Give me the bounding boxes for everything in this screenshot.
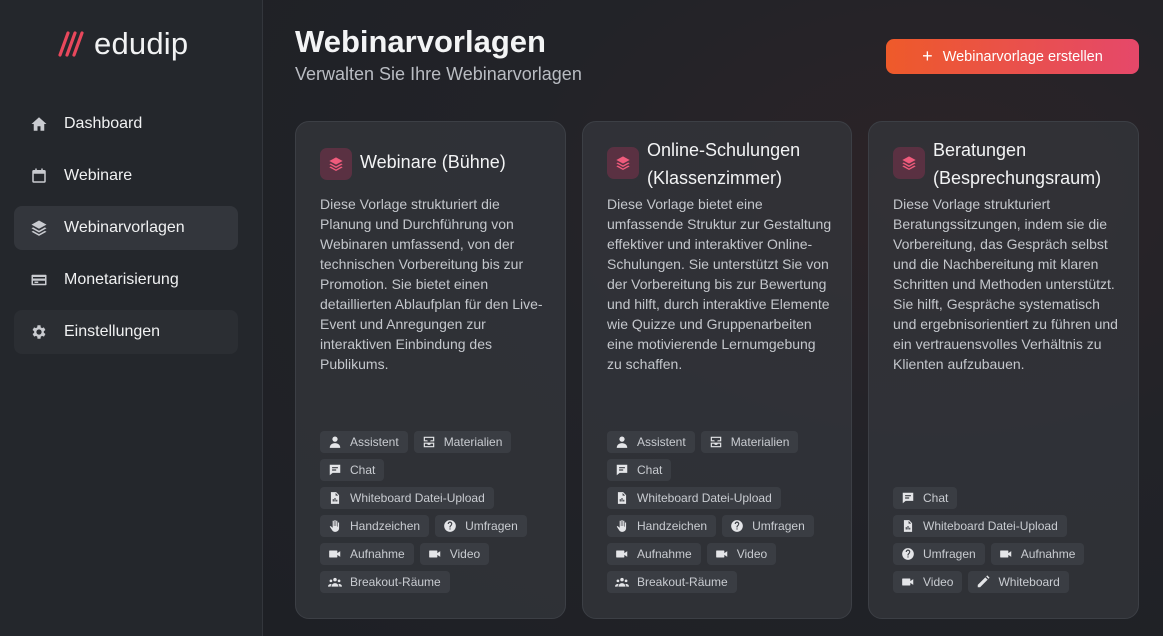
hand-icon bbox=[329, 520, 340, 532]
template-card-webinare[interactable]: Webinare (Bühne) Diese Vorlage strukturi… bbox=[295, 121, 566, 619]
sidebar: edudip Dashboard Webinare Webinarvorlage… bbox=[0, 0, 263, 636]
card-title: Beratungen (Besprechungsraum) bbox=[933, 140, 1102, 188]
sidebar-item-label: Webinare bbox=[64, 167, 133, 184]
layers-icon bbox=[320, 148, 352, 180]
group-icon bbox=[615, 577, 629, 587]
sidebar-item-label: Dashboard bbox=[64, 115, 143, 132]
gear-icon bbox=[30, 323, 48, 341]
hand-icon bbox=[616, 520, 627, 532]
page-subtitle: Verwalten Sie Ihre Webinarvorlagen bbox=[295, 64, 582, 84]
help-circle-icon bbox=[902, 548, 914, 560]
sidebar-item-monetarisierung[interactable]: Monetarisierung bbox=[14, 258, 238, 302]
tag-chat: Chat bbox=[607, 459, 672, 481]
card-header: Beratungen (Besprechungsraum) bbox=[893, 136, 1122, 192]
tag-umfragen: Umfragen bbox=[435, 515, 527, 537]
main-content: Webinarvorlagen Verwalten Sie Ihre Webin… bbox=[263, 0, 1163, 636]
feature-tags: Assistent Materialien Chat Whiteboard Da… bbox=[607, 431, 839, 593]
group-icon bbox=[328, 577, 342, 587]
tag-breakout: Breakout-Räume bbox=[607, 571, 737, 593]
chat-icon bbox=[616, 464, 628, 476]
layers-icon bbox=[607, 147, 639, 179]
tag-handzeichen: Handzeichen bbox=[320, 515, 430, 537]
person-icon bbox=[329, 436, 341, 448]
card-description: Diese Vorlage bietet eine umfassende Str… bbox=[607, 196, 832, 372]
tag-video: Video bbox=[893, 571, 963, 593]
help-circle-icon bbox=[731, 520, 743, 532]
video-camera-icon bbox=[329, 550, 341, 558]
inbox-icon bbox=[423, 436, 434, 448]
pencil-icon bbox=[978, 575, 991, 588]
tag-assistent: Assistent bbox=[607, 431, 695, 453]
video-camera-icon bbox=[616, 550, 628, 558]
tag-assistent: Assistent bbox=[320, 431, 408, 453]
sidebar-item-dashboard[interactable]: Dashboard bbox=[14, 102, 238, 146]
video-camera-icon bbox=[428, 550, 440, 558]
chat-icon bbox=[329, 464, 341, 476]
card-title: Online-Schulungen (Klassenzimmer) bbox=[647, 140, 801, 188]
plus-icon: + bbox=[922, 45, 933, 66]
tag-handzeichen: Handzeichen bbox=[607, 515, 717, 537]
page-title: Webinarvorlagen bbox=[295, 24, 546, 59]
chat-icon bbox=[902, 492, 914, 504]
help-circle-icon bbox=[444, 520, 456, 532]
tag-whiteboard-upload: Whiteboard Datei-Upload bbox=[893, 515, 1067, 537]
card-header: Webinare (Bühne) bbox=[320, 136, 549, 180]
feature-tags: Chat Whiteboard Datei-Upload Umfragen Au… bbox=[893, 487, 1126, 593]
logo-mark-icon bbox=[58, 31, 84, 57]
layers-icon bbox=[30, 219, 48, 237]
home-icon bbox=[30, 115, 48, 133]
tag-umfragen: Umfragen bbox=[893, 543, 985, 565]
file-chart-icon bbox=[330, 492, 340, 504]
tag-umfragen: Umfragen bbox=[722, 515, 814, 537]
video-camera-icon bbox=[715, 550, 727, 558]
sidebar-item-webinarvorlagen[interactable]: Webinarvorlagen bbox=[14, 206, 238, 250]
tag-aufnahme: Aufnahme bbox=[607, 543, 701, 565]
template-card-online-schulungen[interactable]: Online-Schulungen (Klassenzimmer) Diese … bbox=[582, 121, 852, 619]
file-chart-icon bbox=[903, 520, 913, 532]
tag-materialien: Materialien bbox=[413, 431, 512, 453]
calendar-icon bbox=[30, 167, 48, 185]
tag-breakout: Breakout-Räume bbox=[320, 571, 450, 593]
feature-tags: Assistent Materialien Chat Whiteboard Da… bbox=[320, 431, 553, 593]
credit-card-icon bbox=[30, 271, 48, 289]
logo[interactable]: edudip bbox=[58, 24, 188, 64]
tag-video: Video bbox=[706, 543, 777, 565]
sidebar-item-label: Webinarvorlagen bbox=[64, 219, 185, 236]
tag-whiteboard: Whiteboard bbox=[968, 571, 1069, 593]
create-template-label: Webinarvorlage erstellen bbox=[942, 48, 1103, 65]
logo-text: edudip bbox=[94, 26, 189, 61]
template-card-beratungen[interactable]: Beratungen (Besprechungsraum) Diese Vorl… bbox=[868, 121, 1139, 619]
sidebar-item-label: Monetarisierung bbox=[64, 271, 179, 288]
tag-aufnahme: Aufnahme bbox=[320, 543, 414, 565]
tag-whiteboard-upload: Whiteboard Datei-Upload bbox=[607, 487, 781, 509]
tag-chat: Chat bbox=[893, 487, 958, 509]
file-chart-icon bbox=[617, 492, 627, 504]
card-title: Webinare (Bühne) bbox=[360, 152, 506, 172]
sidebar-nav: Dashboard Webinare Webinarvorlagen Monet… bbox=[14, 102, 238, 362]
layers-icon bbox=[893, 147, 925, 179]
tag-aufnahme: Aufnahme bbox=[990, 543, 1085, 565]
sidebar-item-einstellungen[interactable]: Einstellungen bbox=[14, 310, 238, 354]
sidebar-item-webinare[interactable]: Webinare bbox=[14, 154, 238, 198]
tag-chat: Chat bbox=[320, 459, 385, 481]
video-camera-icon bbox=[999, 550, 1011, 558]
video-camera-icon bbox=[902, 578, 914, 586]
create-template-button[interactable]: + Webinarvorlage erstellen bbox=[886, 39, 1139, 74]
card-description: Diese Vorlage strukturiert Beratungssitz… bbox=[893, 196, 1118, 372]
person-icon bbox=[616, 436, 628, 448]
card-header: Online-Schulungen (Klassenzimmer) bbox=[607, 136, 835, 192]
tag-whiteboard-upload: Whiteboard Datei-Upload bbox=[320, 487, 494, 509]
tag-video: Video bbox=[419, 543, 490, 565]
card-description: Diese Vorlage strukturiert die Planung u… bbox=[320, 196, 543, 372]
sidebar-item-label: Einstellungen bbox=[64, 323, 161, 340]
inbox-icon bbox=[710, 436, 721, 448]
tag-materialien: Materialien bbox=[700, 431, 799, 453]
